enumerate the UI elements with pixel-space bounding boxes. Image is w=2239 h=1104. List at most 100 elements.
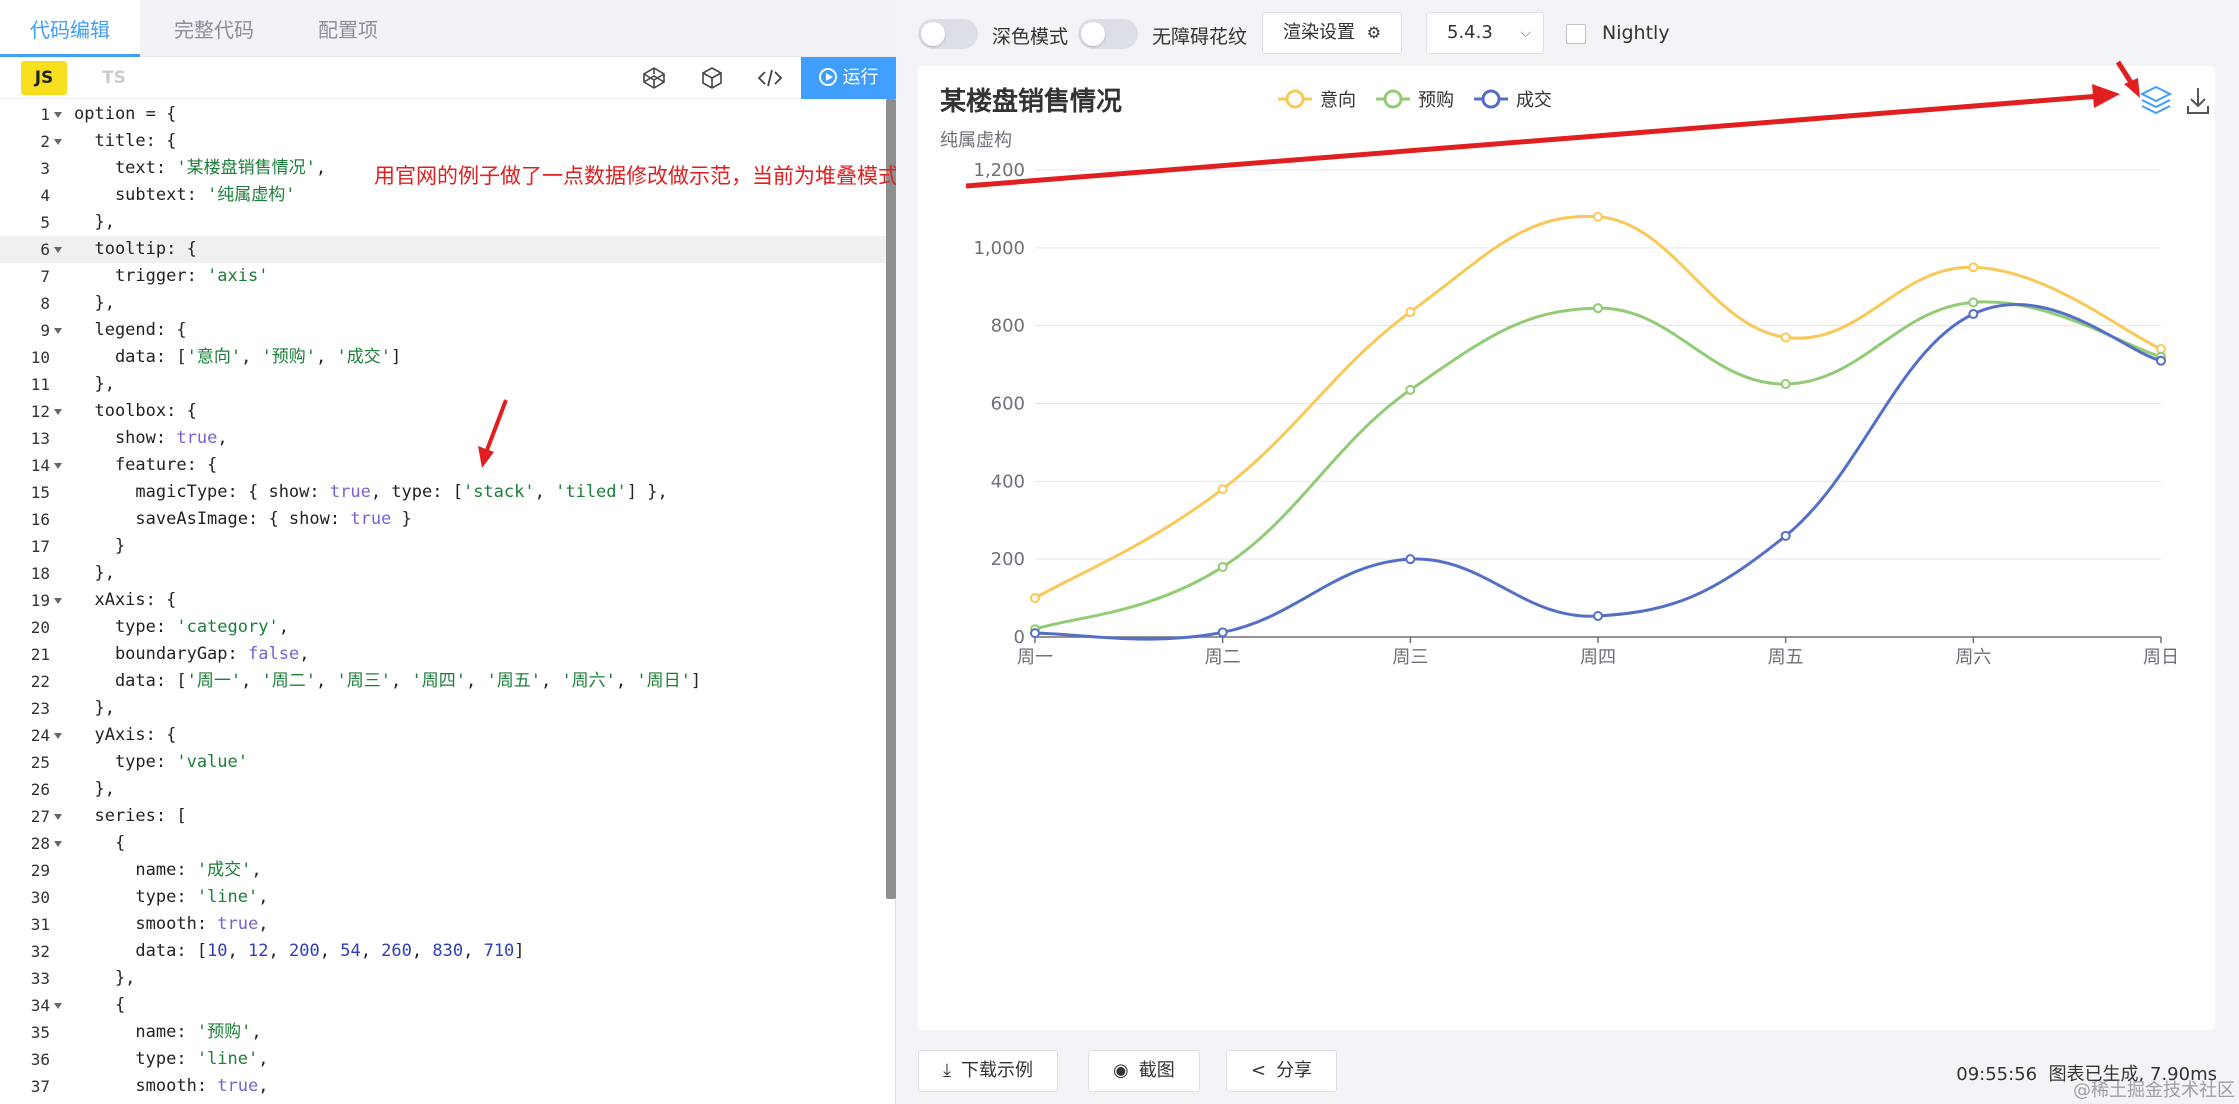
code-line[interactable]: 2 title: {: [0, 128, 886, 155]
line-number: 4: [40, 186, 50, 205]
code-line[interactable]: 32 data: [10, 12, 200, 54, 260, 830, 710…: [0, 938, 886, 965]
legend-symbol[interactable]: [1481, 89, 1501, 109]
data-point[interactable]: [1030, 628, 1040, 639]
a11y-pattern-switch[interactable]: [1078, 19, 1138, 49]
code-line[interactable]: 33 },: [0, 965, 886, 992]
data-point[interactable]: [2156, 355, 2166, 366]
code-line[interactable]: 36 type: 'line',: [0, 1046, 886, 1073]
code-line[interactable]: 9 legend: {: [0, 317, 886, 344]
data-point[interactable]: [1968, 297, 1979, 308]
code-line[interactable]: 30 type: 'line',: [0, 884, 886, 911]
code-line[interactable]: 7 trigger: 'axis': [0, 263, 886, 290]
data-point[interactable]: [1405, 384, 1416, 395]
code-line[interactable]: 15 magicType: { show: true, type: ['stac…: [0, 479, 886, 506]
run-button[interactable]: 运行: [801, 57, 896, 99]
code-line[interactable]: 19 xAxis: {: [0, 587, 886, 614]
code-line[interactable]: 14 feature: {: [0, 452, 886, 479]
code-line[interactable]: 21 boundaryGap: false,: [0, 641, 886, 668]
fold-toggle-icon[interactable]: [54, 409, 62, 415]
code-text: name: '预购',: [74, 1022, 262, 1042]
fold-toggle-icon[interactable]: [54, 463, 62, 469]
download-example-button[interactable]: ⤓ 下载示例: [918, 1050, 1058, 1092]
dark-mode-switch[interactable]: [918, 19, 978, 49]
data-point[interactable]: [1593, 303, 1603, 314]
data-point[interactable]: [1405, 307, 1416, 318]
legend-label[interactable]: 意向: [1320, 90, 1356, 111]
code-line[interactable]: 29 name: '成交',: [0, 857, 886, 884]
data-point[interactable]: [1217, 484, 1228, 495]
data-point[interactable]: [1780, 530, 1791, 541]
share-button[interactable]: < 分享: [1226, 1050, 1338, 1092]
code-line[interactable]: 12 toolbox: {: [0, 398, 886, 425]
code-line[interactable]: 10 data: ['意向', '预购', '成交']: [0, 344, 886, 371]
code-line[interactable]: 18 },: [0, 560, 886, 587]
code-line[interactable]: 23 },: [0, 695, 886, 722]
code-line[interactable]: 8 },: [0, 290, 886, 317]
fold-toggle-icon[interactable]: [54, 814, 62, 820]
data-point[interactable]: [1968, 308, 1979, 319]
data-point[interactable]: [1593, 211, 1603, 222]
code-text: tooltip: {: [74, 239, 197, 259]
data-point[interactable]: [1593, 610, 1603, 621]
legend-symbol[interactable]: [1285, 89, 1305, 109]
code-line[interactable]: 22 data: ['周一', '周二', '周三', '周四', '周五', …: [0, 668, 886, 695]
fold-toggle-icon[interactable]: [54, 328, 62, 334]
fold-toggle-icon[interactable]: [54, 1003, 62, 1009]
stack-mode-icon[interactable]: [2139, 85, 2173, 115]
fold-toggle-icon[interactable]: [54, 598, 62, 604]
data-point[interactable]: [1217, 561, 1228, 572]
code-line[interactable]: 35 name: '预购',: [0, 1019, 886, 1046]
code-line[interactable]: 16 saveAsImage: { show: true }: [0, 506, 886, 533]
code-line[interactable]: 26 },: [0, 776, 886, 803]
data-point[interactable]: [1780, 379, 1791, 390]
code-line[interactable]: 20 type: 'category',: [0, 614, 886, 641]
tab-code-edit[interactable]: 代码编辑: [0, 0, 140, 57]
save-as-image-icon[interactable]: [2187, 88, 2209, 114]
render-settings-label: 渲染设置: [1283, 22, 1355, 43]
code-icon[interactable]: [757, 65, 783, 91]
legend-symbol[interactable]: [1383, 89, 1403, 109]
lang-ts-button[interactable]: TS: [94, 61, 134, 95]
editor-scrollbar[interactable]: [886, 99, 896, 899]
fold-toggle-icon[interactable]: [54, 733, 62, 739]
fold-toggle-icon[interactable]: [54, 139, 62, 145]
code-line[interactable]: 5 },: [0, 209, 886, 236]
code-line[interactable]: 37 smooth: true,: [0, 1073, 886, 1100]
codepen-icon[interactable]: [641, 65, 667, 91]
nightly-checkbox[interactable]: [1566, 24, 1586, 44]
code-line[interactable]: 34 {: [0, 992, 886, 1019]
data-point[interactable]: [1405, 554, 1416, 565]
cube-icon[interactable]: [699, 65, 725, 91]
share-icon: <: [1251, 1060, 1267, 1081]
code-line[interactable]: 11 },: [0, 371, 886, 398]
tab-full-code[interactable]: 完整代码: [144, 0, 284, 57]
data-point[interactable]: [1217, 627, 1228, 638]
code-line[interactable]: 6 tooltip: {: [0, 236, 886, 263]
legend-label[interactable]: 成交: [1516, 90, 1552, 111]
line-number: 16: [30, 510, 50, 529]
screenshot-button[interactable]: ◉ 截图: [1088, 1050, 1200, 1092]
code-line[interactable]: 17 }: [0, 533, 886, 560]
legend-label[interactable]: 预购: [1418, 90, 1454, 111]
fold-toggle-icon[interactable]: [54, 247, 62, 253]
code-line[interactable]: 31 smooth: true,: [0, 911, 886, 938]
fold-toggle-icon[interactable]: [54, 112, 62, 118]
code-line[interactable]: 27 series: [: [0, 803, 886, 830]
render-settings-button[interactable]: 渲染设置 ⚙: [1262, 12, 1403, 54]
camera-icon: ◉: [1113, 1060, 1129, 1081]
data-point[interactable]: [1968, 262, 1979, 273]
code-line[interactable]: 13 show: true,: [0, 425, 886, 452]
tab-config[interactable]: 配置项: [288, 0, 408, 57]
code-line[interactable]: 24 yAxis: {: [0, 722, 886, 749]
code-line[interactable]: 1 option = {: [0, 101, 886, 128]
code-line[interactable]: 25 type: 'value': [0, 749, 886, 776]
line-number: 2: [40, 132, 50, 151]
lang-js-button[interactable]: JS: [21, 61, 67, 95]
fold-toggle-icon[interactable]: [54, 841, 62, 847]
code-area[interactable]: 1 option = {2 title: {3 text: '某楼盘销售情况', 4…: [0, 99, 886, 1104]
code-line[interactable]: 28 {: [0, 830, 886, 857]
data-point[interactable]: [1780, 332, 1791, 343]
data-point[interactable]: [1030, 593, 1040, 604]
code-text: smooth: true,: [74, 914, 269, 934]
version-select[interactable]: 5.4.3 ⌵: [1426, 12, 1544, 54]
